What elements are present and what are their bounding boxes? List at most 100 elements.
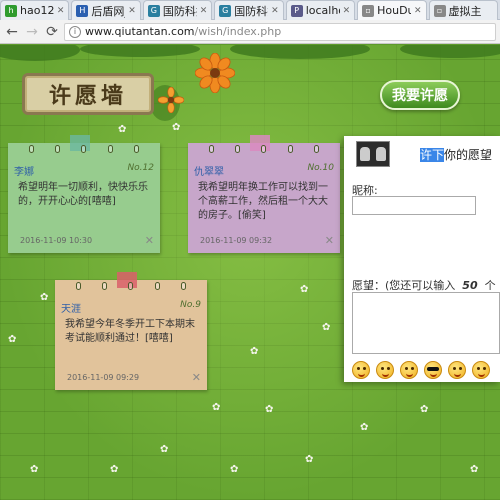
note-number: No.9 (180, 300, 201, 310)
houdun-favicon-icon: H (76, 4, 89, 17)
note-time: 2016-11-09 09:32 (200, 236, 273, 245)
tab-title: HouDun (377, 4, 411, 17)
wish-label-text: 愿望：(您还可以输入 (352, 279, 456, 292)
tab-virtual-host[interactable]: ▫ 虚拟主 (428, 0, 498, 20)
flower-decoration: ✿ (322, 322, 331, 333)
flower-decoration: ✿ (360, 422, 369, 433)
tab-hao123[interactable]: hhao123✕ (0, 0, 70, 20)
vine-decoration (230, 45, 370, 59)
wish-note[interactable]: 天涯 No.9 我希望今年冬季开工下本期末考试能顺利通过！[嘻嘻] 2016-11… (55, 272, 207, 390)
tab-title: localhos (305, 4, 340, 17)
flower-decoration: ✿ (250, 346, 259, 357)
avatar (356, 141, 390, 167)
note-content: 希望明年一切顺利，快快乐乐的，开开心心的[嘻嘻] (18, 182, 148, 207)
tab-guofang-2[interactable]: G国防科技✕ (214, 0, 284, 20)
tab-guofang-1[interactable]: G国防科技✕ (142, 0, 213, 20)
char-unit: 个 (484, 279, 496, 292)
close-tab-icon[interactable]: ✕ (128, 6, 136, 16)
flower-decoration: ✿ (110, 464, 119, 475)
tab-title: 国防科技 (234, 4, 268, 18)
close-tab-icon[interactable]: ✕ (343, 6, 351, 16)
wish-label: 愿望：(您还可以输入 50 个 (352, 277, 496, 293)
phpmyadmin-favicon-icon: P (290, 4, 303, 17)
flower-decoration: ✿ (212, 402, 221, 413)
note-time: 2016-11-09 09:29 (67, 373, 140, 382)
reload-icon[interactable]: ⟳ (44, 24, 60, 40)
page-favicon-icon: ▫ (362, 4, 375, 17)
char-count: 50 (462, 279, 478, 292)
wish-textarea[interactable] (352, 292, 500, 354)
note-content: 我希望明年换工作可以找到一个高薪工作，然后租一个大大的房子。[偷笑] (198, 182, 328, 221)
eye-favicon-icon: G (147, 4, 160, 17)
tab-houdun[interactable]: H后盾网_✕ (71, 0, 141, 20)
note-rings (188, 145, 340, 153)
note-time: 2016-11-09 10:30 (20, 236, 93, 245)
note-author: 李娜 (14, 167, 34, 178)
shy-icon[interactable] (472, 361, 490, 379)
close-tab-icon[interactable]: ✕ (200, 6, 208, 16)
eye-favicon-icon: G (219, 4, 232, 17)
forward-arrow-icon[interactable]: → (24, 24, 40, 40)
make-wish-button[interactable]: 我要许愿 (380, 80, 460, 110)
tab-title: 虚拟主 (448, 4, 482, 18)
close-tab-icon[interactable]: ✕ (271, 6, 279, 16)
dialog-title-highlight: 许下 (420, 147, 445, 162)
flower-decoration: ✿ (420, 404, 429, 415)
flower-decoration: ✿ (265, 404, 274, 415)
tab-title: hao123 (20, 4, 54, 17)
blush-icon[interactable] (376, 361, 394, 379)
orange-flower-icon (195, 53, 235, 93)
tab-title: 后盾网_ (91, 4, 125, 18)
wish-wall-page: ✿ ✿ ✿ ✿ ✿ ✿ ✿ ✿ ✿ ✿ ✿ ✿ ✿ ✿ ✿ ✿ ✿ ✿ 许愿墙 … (0, 45, 500, 500)
note-rings (8, 145, 160, 153)
cool-icon[interactable] (424, 361, 442, 379)
dialog-title-rest: 你的愿望 (444, 147, 493, 162)
url-path: /wish/index.php (194, 25, 282, 38)
info-icon[interactable]: i (69, 25, 81, 38)
flower-decoration: ✿ (305, 454, 314, 465)
vine-decoration (400, 45, 500, 58)
wish-note[interactable]: 李娜 No.12 希望明年一切顺利，快快乐乐的，开开心心的[嘻嘻] 2016-11… (8, 135, 160, 253)
tab-title: 国防科技 (162, 4, 197, 18)
page-favicon-icon: ▫ (433, 4, 446, 17)
note-author: 天涯 (61, 304, 81, 315)
tab-localhost[interactable]: Plocalhos✕ (285, 0, 356, 20)
close-icon[interactable]: ✕ (145, 234, 154, 247)
wish-wall-sign: 许愿墙 (22, 73, 154, 115)
flower-decoration: ✿ (160, 444, 169, 455)
grin-icon[interactable] (400, 361, 418, 379)
note-author: 仇翠翠 (194, 167, 224, 178)
note-content: 我希望今年冬季开工下本期末考试能顺利通过！[嘻嘻] (65, 319, 195, 344)
hao123-favicon-icon: h (5, 4, 17, 17)
wish-wall-title: 许愿墙 (48, 83, 127, 109)
flower-decoration: ✿ (172, 122, 181, 133)
address-toolbar: ← → ⟳ i www.qiutantan.com/wish/index.php (0, 20, 500, 44)
dialog-title: 许下你的愿望 (420, 146, 492, 163)
flower-decoration: ✿ (470, 464, 479, 475)
dialog-header: 许下你的愿望 (356, 139, 500, 169)
url-field[interactable]: i www.qiutantan.com/wish/index.php (64, 22, 496, 41)
vine-decoration (80, 45, 200, 57)
close-icon[interactable]: ✕ (192, 371, 201, 384)
browser-tab-strip: hhao123✕ H后盾网_✕ G国防科技✕ G国防科技✕ Plocalhos✕… (0, 0, 500, 20)
flower-decoration: ✿ (40, 292, 49, 303)
emoji-bar (352, 361, 490, 379)
flower-decoration: ✿ (8, 334, 17, 345)
note-rings (55, 282, 207, 290)
tab-houdun-active[interactable]: ▫HouDun✕ (357, 0, 427, 20)
wish-dialog: 许下你的愿望 昵称: 愿望：(您还可以输入 50 个 (344, 136, 500, 382)
close-tab-icon[interactable]: ✕ (414, 6, 422, 16)
flower-decoration: ✿ (118, 124, 127, 135)
laugh-icon[interactable] (352, 361, 370, 379)
flower-decoration: ✿ (230, 464, 239, 475)
nickname-input[interactable] (352, 196, 476, 215)
vine-decoration (0, 45, 80, 61)
wish-note[interactable]: 仇翠翠 No.10 我希望明年换工作可以找到一个高薪工作，然后租一个大大的房子。[… (188, 135, 340, 253)
back-arrow-icon[interactable]: ← (4, 24, 20, 40)
flower-decoration: ✿ (30, 464, 39, 475)
note-number: No.12 (127, 163, 154, 173)
cheer-icon[interactable] (448, 361, 466, 379)
orange-flower-icon (158, 87, 184, 113)
close-tab-icon[interactable]: ✕ (57, 6, 65, 16)
close-icon[interactable]: ✕ (325, 234, 334, 247)
